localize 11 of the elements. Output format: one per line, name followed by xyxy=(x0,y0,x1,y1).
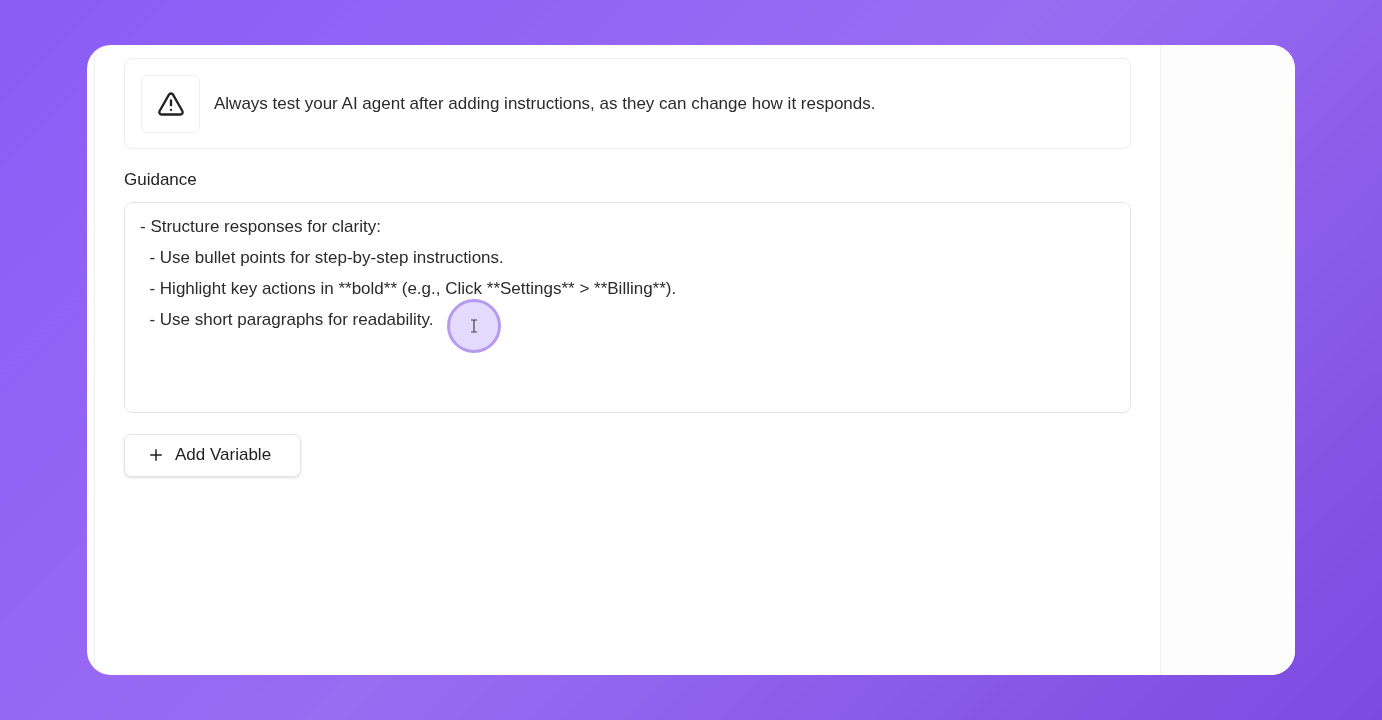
text-cursor-icon xyxy=(470,319,478,333)
guidance-textarea[interactable] xyxy=(124,201,1131,413)
notice-text: Always test your AI agent after adding instructions, as they can change how it responds. xyxy=(214,92,876,115)
text-line: - Use bullet points for step-by-step instructions. xyxy=(148,246,504,269)
text-line: - Use short paragraphs for readability. xyxy=(148,308,434,331)
text-line: - Structure responses for clarity: xyxy=(140,215,381,238)
plus-icon xyxy=(147,446,165,464)
add-variable-button[interactable]: Add Variable xyxy=(124,433,301,477)
text-line: - Highlight key actions in **bold** (e.g., Click **Settings** > **Billing**). xyxy=(148,277,677,300)
field-label: Guidance xyxy=(124,169,197,191)
warning-icon xyxy=(156,89,185,118)
